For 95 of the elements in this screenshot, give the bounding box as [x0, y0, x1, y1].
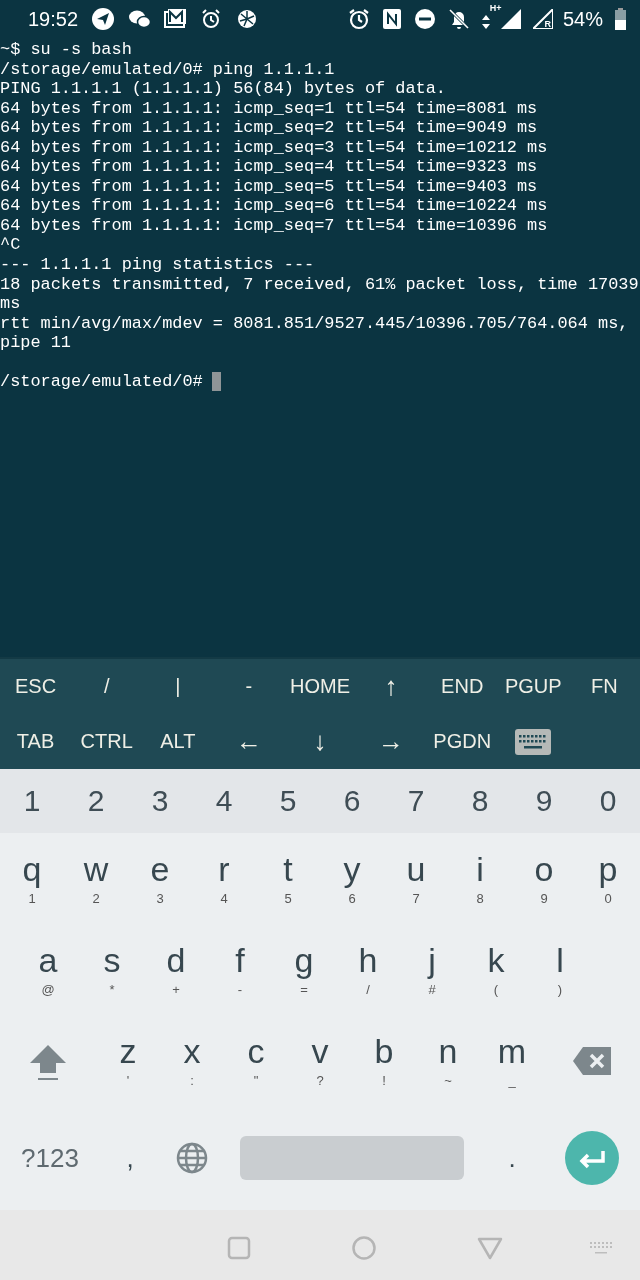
terminal-line: pipe 11 [0, 333, 71, 353]
terminal-key[interactable]: ALT [142, 714, 214, 769]
terminal-line: 64 bytes from 1.1.1.1: icmp_seq=3 ttl=54 time=10212 ms [0, 137, 548, 158]
letter-key[interactable]: v ? [288, 1015, 352, 1106]
terminal-key[interactable]: CTRL [71, 714, 143, 769]
terminal-line: 64 bytes from 1.1.1.1: icmp_seq=6 ttl=54 time=10224 ms [0, 196, 548, 216]
number-key[interactable]: 1 [0, 769, 64, 833]
clock-time: 19:52 [28, 7, 79, 31]
terminal-line: ^C [0, 235, 21, 255]
comma-key[interactable]: , [100, 1142, 160, 1174]
terminal-key[interactable]: ← [213, 714, 285, 769]
letter-key[interactable]: o 9 [512, 833, 576, 924]
terminal-key[interactable]: TAB [0, 714, 72, 769]
number-key[interactable]: 0 [576, 769, 640, 833]
symbols-key[interactable]: ?123 [0, 1142, 100, 1174]
letter-key[interactable]: l ) [528, 924, 592, 1015]
letter-key[interactable]: j # [400, 924, 464, 1015]
letter-key[interactable]: y 6 [320, 833, 384, 924]
terminal-key[interactable]: → [355, 714, 427, 769]
letter-key[interactable]: s * [80, 924, 144, 1015]
letter-key[interactable]: d + [144, 924, 208, 1015]
letter-key[interactable]: a @ [16, 924, 80, 1015]
letter-key[interactable]: w 2 [64, 833, 128, 924]
letter-key[interactable]: f - [208, 924, 272, 1015]
terminal-key[interactable]: END [426, 659, 498, 714]
citrus-icon [236, 8, 259, 30]
letter-key[interactable]: p 0 [576, 833, 640, 924]
letter-key[interactable]: k ( [464, 924, 528, 1015]
letter-key[interactable]: h / [336, 924, 400, 1015]
terminal-line: rtt min/avg/max/mdev = 8081.851/9527.445/10396.705/764.064 ms, [0, 313, 629, 334]
keyboard-icon[interactable] [515, 728, 552, 755]
terminal-key[interactable]: - [213, 659, 285, 714]
letter-key[interactable]: m _ [480, 1015, 544, 1106]
number-key[interactable]: 5 [256, 769, 320, 833]
letter-key[interactable]: r 4 [192, 833, 256, 924]
terminal-line: ms [0, 294, 21, 314]
roaming-indicator: R [544, 19, 551, 29]
signal-icon [533, 9, 554, 29]
globe-icon[interactable] [176, 1142, 208, 1174]
terminal-line: ~$ su -s bash [0, 40, 132, 60]
terminal-key[interactable]: ↑ [355, 659, 427, 714]
network-type: H+ [489, 3, 502, 13]
terminal-line: 64 bytes from 1.1.1.1: icmp_seq=5 ttl=54 time=9403 ms [0, 176, 538, 197]
letter-key[interactable]: n ~ [416, 1015, 480, 1106]
data-arrows-icon [481, 15, 490, 29]
terminal-line: 64 bytes from 1.1.1.1: icmp_seq=1 ttl=54 time=8081 ms [0, 98, 538, 119]
terminal-prompt: /storage/emulated/0# [0, 372, 203, 392]
terminal-key[interactable]: ↓ [284, 714, 356, 769]
enter-icon[interactable] [565, 1131, 619, 1185]
send-icon [92, 8, 115, 30]
letter-key[interactable]: z ' [96, 1015, 160, 1106]
number-key[interactable]: 7 [384, 769, 448, 833]
letter-key[interactable]: u 7 [384, 833, 448, 924]
terminal-key[interactable]: PGUP [497, 659, 569, 714]
terminal-line: PING 1.1.1.1 (1.1.1.1) 56(84) bytes of data. [0, 79, 446, 99]
battery-percent: 54% [562, 7, 603, 31]
letter-key[interactable]: b ! [352, 1015, 416, 1106]
letter-key[interactable]: x : [160, 1015, 224, 1106]
terminal-line: 64 bytes from 1.1.1.1: icmp_seq=7 ttl=54 time=10396 ms [0, 215, 548, 236]
mail-icon [164, 8, 187, 30]
do-not-disturb-icon [413, 8, 436, 30]
terminal-key[interactable]: ESC [0, 659, 72, 714]
terminal-key[interactable]: HOME [284, 659, 356, 714]
signal-icon [501, 9, 522, 29]
terminal-line: /storage/emulated/0# ping 1.1.1.1 [0, 59, 335, 80]
home-icon[interactable] [352, 1235, 377, 1260]
chat-bubbles-icon [128, 8, 151, 30]
terminal-key[interactable]: / [71, 659, 143, 714]
terminal-key[interactable]: | [142, 659, 214, 714]
terminal-line: 64 bytes from 1.1.1.1: icmp_seq=2 ttl=54 time=9049 ms [0, 118, 538, 138]
terminal-line: 18 packets transmitted, 7 received, 61% packet loss, time 17039 [0, 274, 639, 295]
terminal-line: 64 bytes from 1.1.1.1: icmp_seq=4 ttl=54 time=9323 ms [0, 157, 538, 177]
letter-key[interactable]: q 1 [0, 833, 64, 924]
letter-key[interactable]: g = [272, 924, 336, 1015]
backspace-icon[interactable] [573, 1046, 611, 1075]
nfc-icon [381, 8, 402, 30]
battery-icon [615, 8, 626, 30]
number-key[interactable]: 3 [128, 769, 192, 833]
letter-key[interactable]: c " [224, 1015, 288, 1106]
period-key[interactable]: . [480, 1142, 544, 1174]
letter-key[interactable]: i 8 [448, 833, 512, 924]
alarm-icon [347, 8, 370, 30]
number-key[interactable]: 8 [448, 769, 512, 833]
terminal-line: --- 1.1.1.1 ping statistics --- [0, 255, 315, 275]
terminal-key[interactable]: PGDN [426, 714, 498, 769]
number-key[interactable]: 2 [64, 769, 128, 833]
back-icon[interactable] [476, 1235, 503, 1260]
letter-key[interactable]: e 3 [128, 833, 192, 924]
number-key[interactable]: 9 [512, 769, 576, 833]
letter-key[interactable]: t 5 [256, 833, 320, 924]
recent-apps-icon[interactable] [226, 1235, 251, 1260]
bell-off-icon [447, 8, 470, 30]
terminal-key[interactable]: FN [568, 659, 640, 714]
number-key[interactable]: 4 [192, 769, 256, 833]
number-key[interactable]: 6 [320, 769, 384, 833]
